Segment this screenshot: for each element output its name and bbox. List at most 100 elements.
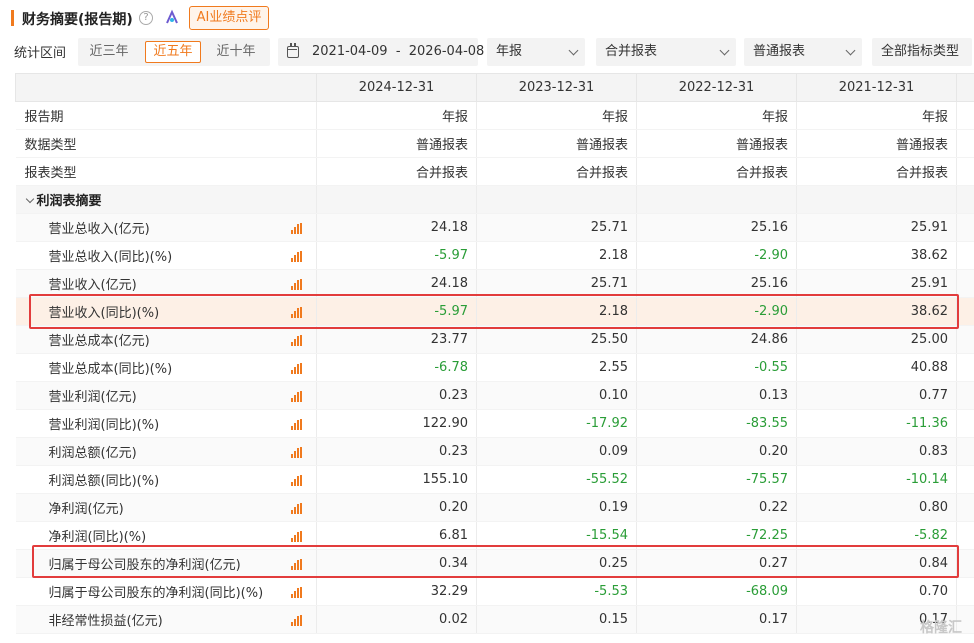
column-header[interactable]: 2024-12-31: [316, 73, 477, 102]
ai-review-button[interactable]: AI业绩点评: [189, 6, 269, 30]
cell-value: 合并报表: [476, 157, 637, 186]
date-range-text: 2021-04-09 - 2026-04-08: [312, 44, 485, 59]
row-label-text: 营业总成本(亿元): [48, 334, 150, 349]
cell-value: 0.02: [316, 605, 477, 634]
range-10y-button[interactable]: 近十年: [208, 41, 264, 63]
cell-value: -68.09: [636, 577, 797, 606]
cell-value: 0.20: [636, 437, 797, 466]
table-row: 营业总收入(亿元) 24.18 25.71 25.16 25.91: [15, 213, 974, 242]
cell-value: 0.80: [796, 493, 957, 522]
question-icon[interactable]: ?: [139, 11, 153, 25]
row-label: 营业总收入(同比)(%): [15, 241, 317, 270]
bar-chart-icon[interactable]: [291, 307, 302, 318]
bar-chart-icon[interactable]: [291, 531, 302, 542]
consolidation-select-value: 合并报表: [605, 44, 658, 59]
column-header[interactable]: 2023-12-31: [476, 73, 637, 102]
row-spacer: [956, 381, 974, 410]
row-spacer: [956, 241, 974, 270]
cell-value: -6.78: [316, 353, 477, 382]
date-range-picker[interactable]: 2021-04-09 - 2026-04-08: [278, 38, 484, 66]
cell-value: 24.18: [316, 213, 477, 242]
bar-chart-icon[interactable]: [291, 363, 302, 374]
report-type-select[interactable]: 普通报表: [744, 38, 862, 66]
table-row: 归属于母公司股东的净利润(同比)(%) 32.29 -5.53 -68.09 0.70: [15, 577, 974, 606]
bar-chart-icon[interactable]: [291, 335, 302, 346]
row-label: 非经常性损益(亿元): [15, 605, 317, 634]
meta-row: 数据类型 普通报表 普通报表 普通报表 普通报表: [15, 129, 974, 158]
cell-value: 0.25: [476, 549, 637, 578]
cell-value: 0.77: [796, 381, 957, 410]
cell-value: 6.81: [316, 521, 477, 550]
bar-chart-icon[interactable]: [291, 279, 302, 290]
row-label-text: 净利润(同比)(%): [48, 530, 147, 545]
cell-value: 25.50: [476, 325, 637, 354]
cell-value: 25.16: [636, 269, 797, 298]
range-3y-button[interactable]: 近三年: [81, 41, 137, 63]
row-label: 营业收入(亿元): [15, 269, 317, 298]
row-label: 营业利润(亿元): [15, 381, 317, 410]
cell-value: 0.23: [316, 381, 477, 410]
bar-chart-icon[interactable]: [291, 503, 302, 514]
table-row: 利润总额(同比)(%) 155.10 -55.52 -75.57 -10.14: [15, 465, 974, 494]
row-spacer: [956, 465, 974, 494]
financial-summary-table: 2024-12-31 2023-12-31 2022-12-31 2021-12…: [15, 73, 974, 634]
indicator-select[interactable]: 全部指标类型: [872, 38, 972, 66]
bar-chart-icon[interactable]: [291, 475, 302, 486]
bar-chart-icon[interactable]: [291, 223, 302, 234]
cell-value: 122.90: [316, 409, 477, 438]
row-label-text: 营业利润(同比)(%): [48, 418, 160, 433]
table-row: 营业总成本(亿元) 23.77 25.50 24.86 25.00: [15, 325, 974, 354]
cell-value: -2.90: [636, 297, 797, 326]
cell-value: -55.52: [476, 465, 637, 494]
cell-value: -15.54: [476, 521, 637, 550]
cell-value: 普通报表: [636, 129, 797, 158]
range-5y-button[interactable]: 近五年: [145, 41, 201, 63]
consolidation-select[interactable]: 合并报表: [596, 38, 736, 66]
cell-value: -17.92: [476, 409, 637, 438]
row-label-text: 归属于母公司股东的净利润(同比)(%): [48, 586, 264, 601]
row-label-text: 利润总额(同比)(%): [48, 474, 160, 489]
cell-value: 24.86: [636, 325, 797, 354]
chevron-down-icon: [719, 45, 730, 56]
cell-value: 合并报表: [636, 157, 797, 186]
row-label-text: 营业总收入(亿元): [48, 222, 150, 237]
cell-value: 0.70: [796, 577, 957, 606]
indicator-select-value: 全部指标类型: [881, 44, 960, 59]
section-row[interactable]: 利润表摘要: [15, 185, 974, 214]
cell-value: -5.82: [796, 521, 957, 550]
bar-chart-icon[interactable]: [291, 559, 302, 570]
cell-value: 155.10: [316, 465, 477, 494]
bar-chart-icon[interactable]: [291, 615, 302, 626]
cell-value: 0.23: [316, 437, 477, 466]
row-spacer: [956, 577, 974, 606]
bar-chart-icon[interactable]: [291, 251, 302, 262]
table-row: 营业利润(同比)(%) 122.90 -17.92 -83.55 -11.36: [15, 409, 974, 438]
table-row: 营业总收入(同比)(%) -5.97 2.18 -2.90 38.62: [15, 241, 974, 270]
row-spacer: [956, 101, 974, 130]
period-select[interactable]: 年报: [487, 38, 585, 66]
header-label-cell: [15, 73, 317, 102]
bar-chart-icon[interactable]: [291, 587, 302, 598]
row-spacer: [956, 353, 974, 382]
cell-value: 普通报表: [316, 129, 477, 158]
row-label: 归属于母公司股东的净利润(同比)(%): [15, 577, 317, 606]
cell-value: 0.84: [796, 549, 957, 578]
table-header-row: 2024-12-31 2023-12-31 2022-12-31 2021-12…: [15, 73, 974, 102]
bar-chart-icon[interactable]: [291, 447, 302, 458]
cell-value: 0.20: [316, 493, 477, 522]
bar-chart-icon[interactable]: [291, 419, 302, 430]
cell-value: 普通报表: [796, 129, 957, 158]
column-header[interactable]: 2022-12-31: [636, 73, 797, 102]
row-spacer: [956, 521, 974, 550]
table-row: 营业收入(亿元) 24.18 25.71 25.16 25.91: [15, 269, 974, 298]
cell-value: 25.91: [796, 269, 957, 298]
cell-value: 0.15: [476, 605, 637, 634]
cell-value: 32.29: [316, 577, 477, 606]
table-row: 归属于母公司股东的净利润(亿元) 0.34 0.25 0.27 0.84: [15, 549, 974, 578]
bar-chart-icon[interactable]: [291, 391, 302, 402]
cell-value: 2.18: [476, 297, 637, 326]
column-header[interactable]: 2021-12-31: [796, 73, 957, 102]
cell-value: 38.62: [796, 241, 957, 270]
row-label: 净利润(同比)(%): [15, 521, 317, 550]
section-header[interactable]: 利润表摘要: [15, 185, 317, 214]
